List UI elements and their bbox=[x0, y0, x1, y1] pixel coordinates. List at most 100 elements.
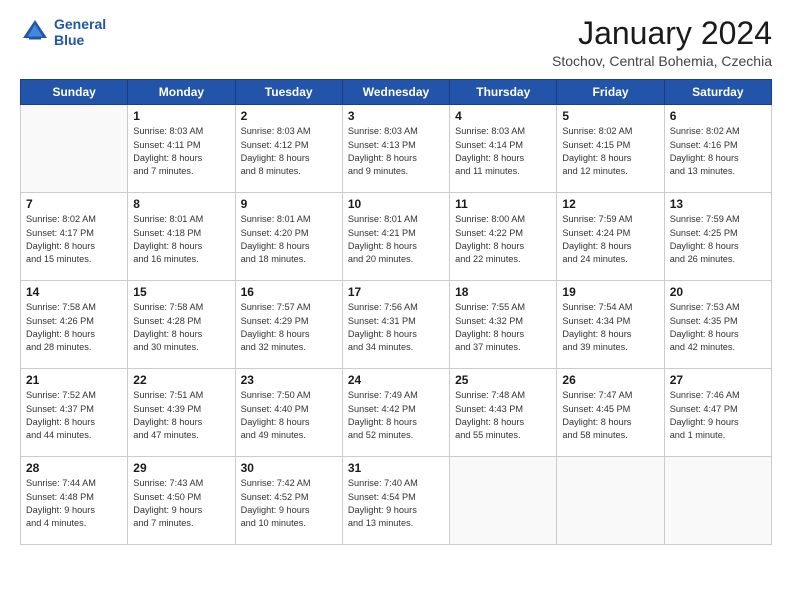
day-number: 20 bbox=[670, 285, 766, 299]
calendar-cell: 20Sunrise: 7:53 AMSunset: 4:35 PMDayligh… bbox=[664, 281, 771, 369]
calendar-header-row: Sunday Monday Tuesday Wednesday Thursday… bbox=[21, 80, 772, 105]
logo-text: General Blue bbox=[54, 16, 106, 48]
calendar-cell: 2 Sunrise: 8:03 AMSunset: 4:12 PMDaylight… bbox=[235, 105, 342, 193]
calendar-cell: 22 Sunrise: 7:51 AMSunset: 4:39 PMDayligh… bbox=[128, 369, 235, 457]
calendar: Sunday Monday Tuesday Wednesday Thursday… bbox=[20, 79, 772, 545]
calendar-cell: 23 Sunrise: 7:50 AMSunset: 4:40 PMDayligh… bbox=[235, 369, 342, 457]
day-info: Sunrise: 7:56 AMSunset: 4:31 PMDaylight:… bbox=[348, 301, 444, 354]
calendar-cell: 13Sunrise: 7:59 AMSunset: 4:25 PMDayligh… bbox=[664, 193, 771, 281]
day-info: Sunrise: 7:58 AMSunset: 4:28 PMDaylight:… bbox=[133, 301, 229, 354]
page: General Blue January 2024 Stochov, Centr… bbox=[0, 0, 792, 612]
day-number: 27 bbox=[670, 373, 766, 387]
day-info: Sunrise: 8:03 AMSunset: 4:13 PMDaylight:… bbox=[348, 125, 444, 178]
calendar-cell: 5 Sunrise: 8:02 AMSunset: 4:15 PMDaylight… bbox=[557, 105, 664, 193]
calendar-cell: 15 Sunrise: 7:58 AMSunset: 4:28 PMDayligh… bbox=[128, 281, 235, 369]
day-number: 21 bbox=[26, 373, 122, 387]
day-info: Sunrise: 8:00 AMSunset: 4:22 PMDaylight:… bbox=[455, 213, 551, 266]
day-info: Sunrise: 7:55 AMSunset: 4:32 PMDaylight:… bbox=[455, 301, 551, 354]
day-info: Sunrise: 7:43 AMSunset: 4:50 PMDaylight:… bbox=[133, 477, 229, 530]
day-number: 22 bbox=[133, 373, 229, 387]
calendar-cell: 28Sunrise: 7:44 AMSunset: 4:48 PMDayligh… bbox=[21, 457, 128, 545]
day-info: Sunrise: 7:57 AMSunset: 4:29 PMDaylight:… bbox=[241, 301, 337, 354]
header-tuesday: Tuesday bbox=[235, 80, 342, 105]
day-number: 16 bbox=[241, 285, 337, 299]
day-info: Sunrise: 8:01 AMSunset: 4:20 PMDaylight:… bbox=[241, 213, 337, 266]
day-info: Sunrise: 7:47 AMSunset: 4:45 PMDaylight:… bbox=[562, 389, 658, 442]
subtitle: Stochov, Central Bohemia, Czechia bbox=[552, 53, 772, 69]
day-info: Sunrise: 7:50 AMSunset: 4:40 PMDaylight:… bbox=[241, 389, 337, 442]
day-number: 11 bbox=[455, 197, 551, 211]
day-number: 5 bbox=[562, 109, 658, 123]
calendar-cell: 29 Sunrise: 7:43 AMSunset: 4:50 PMDayligh… bbox=[128, 457, 235, 545]
header-monday: Monday bbox=[128, 80, 235, 105]
day-info: Sunrise: 8:03 AMSunset: 4:12 PMDaylight:… bbox=[241, 125, 337, 178]
calendar-cell: 16 Sunrise: 7:57 AMSunset: 4:29 PMDayligh… bbox=[235, 281, 342, 369]
calendar-week-4: 21 Sunrise: 7:52 AMSunset: 4:37 PMDayligh… bbox=[21, 369, 772, 457]
day-number: 8 bbox=[133, 197, 229, 211]
calendar-week-2: 7 Sunrise: 8:02 AMSunset: 4:17 PMDaylight… bbox=[21, 193, 772, 281]
day-number: 30 bbox=[241, 461, 337, 475]
calendar-cell: 11 Sunrise: 8:00 AMSunset: 4:22 PMDayligh… bbox=[450, 193, 557, 281]
day-info: Sunrise: 7:49 AMSunset: 4:42 PMDaylight:… bbox=[348, 389, 444, 442]
day-info: Sunrise: 7:58 AMSunset: 4:26 PMDaylight:… bbox=[26, 301, 122, 354]
day-number: 17 bbox=[348, 285, 444, 299]
calendar-cell: 1 Sunrise: 8:03 AMSunset: 4:11 PMDaylight… bbox=[128, 105, 235, 193]
calendar-cell: 21 Sunrise: 7:52 AMSunset: 4:37 PMDayligh… bbox=[21, 369, 128, 457]
day-number: 28 bbox=[26, 461, 122, 475]
calendar-cell: 6 Sunrise: 8:02 AMSunset: 4:16 PMDaylight… bbox=[664, 105, 771, 193]
calendar-cell: 8 Sunrise: 8:01 AMSunset: 4:18 PMDaylight… bbox=[128, 193, 235, 281]
header-saturday: Saturday bbox=[664, 80, 771, 105]
day-number: 7 bbox=[26, 197, 122, 211]
calendar-cell: 26 Sunrise: 7:47 AMSunset: 4:45 PMDayligh… bbox=[557, 369, 664, 457]
day-info: Sunrise: 8:01 AMSunset: 4:18 PMDaylight:… bbox=[133, 213, 229, 266]
calendar-cell: 25Sunrise: 7:48 AMSunset: 4:43 PMDayligh… bbox=[450, 369, 557, 457]
logo: General Blue bbox=[20, 16, 106, 48]
day-number: 26 bbox=[562, 373, 658, 387]
calendar-cell: 9 Sunrise: 8:01 AMSunset: 4:20 PMDaylight… bbox=[235, 193, 342, 281]
day-number: 3 bbox=[348, 109, 444, 123]
calendar-cell bbox=[450, 457, 557, 545]
calendar-cell bbox=[557, 457, 664, 545]
day-info: Sunrise: 7:51 AMSunset: 4:39 PMDaylight:… bbox=[133, 389, 229, 442]
calendar-cell: 10 Sunrise: 8:01 AMSunset: 4:21 PMDayligh… bbox=[342, 193, 449, 281]
day-number: 1 bbox=[133, 109, 229, 123]
calendar-cell: 18 Sunrise: 7:55 AMSunset: 4:32 PMDayligh… bbox=[450, 281, 557, 369]
day-number: 9 bbox=[241, 197, 337, 211]
logo-icon bbox=[20, 17, 50, 47]
day-info: Sunrise: 7:52 AMSunset: 4:37 PMDaylight:… bbox=[26, 389, 122, 442]
calendar-cell: 17 Sunrise: 7:56 AMSunset: 4:31 PMDayligh… bbox=[342, 281, 449, 369]
header: General Blue January 2024 Stochov, Centr… bbox=[20, 16, 772, 69]
calendar-week-1: 1 Sunrise: 8:03 AMSunset: 4:11 PMDaylight… bbox=[21, 105, 772, 193]
calendar-cell: 3 Sunrise: 8:03 AMSunset: 4:13 PMDaylight… bbox=[342, 105, 449, 193]
calendar-cell: 14Sunrise: 7:58 AMSunset: 4:26 PMDayligh… bbox=[21, 281, 128, 369]
calendar-cell: 12Sunrise: 7:59 AMSunset: 4:24 PMDayligh… bbox=[557, 193, 664, 281]
day-number: 31 bbox=[348, 461, 444, 475]
day-number: 6 bbox=[670, 109, 766, 123]
day-number: 24 bbox=[348, 373, 444, 387]
day-number: 10 bbox=[348, 197, 444, 211]
day-number: 13 bbox=[670, 197, 766, 211]
calendar-cell bbox=[21, 105, 128, 193]
day-info: Sunrise: 8:01 AMSunset: 4:21 PMDaylight:… bbox=[348, 213, 444, 266]
day-info: Sunrise: 7:59 AMSunset: 4:24 PMDaylight:… bbox=[562, 213, 658, 266]
day-number: 29 bbox=[133, 461, 229, 475]
day-number: 2 bbox=[241, 109, 337, 123]
day-number: 18 bbox=[455, 285, 551, 299]
day-info: Sunrise: 8:03 AMSunset: 4:11 PMDaylight:… bbox=[133, 125, 229, 178]
day-number: 23 bbox=[241, 373, 337, 387]
header-friday: Friday bbox=[557, 80, 664, 105]
header-wednesday: Wednesday bbox=[342, 80, 449, 105]
day-info: Sunrise: 8:02 AMSunset: 4:16 PMDaylight:… bbox=[670, 125, 766, 178]
calendar-cell: 19Sunrise: 7:54 AMSunset: 4:34 PMDayligh… bbox=[557, 281, 664, 369]
day-number: 15 bbox=[133, 285, 229, 299]
calendar-week-5: 28Sunrise: 7:44 AMSunset: 4:48 PMDayligh… bbox=[21, 457, 772, 545]
day-info: Sunrise: 8:02 AMSunset: 4:17 PMDaylight:… bbox=[26, 213, 122, 266]
calendar-cell: 31Sunrise: 7:40 AMSunset: 4:54 PMDayligh… bbox=[342, 457, 449, 545]
day-number: 25 bbox=[455, 373, 551, 387]
day-info: Sunrise: 8:03 AMSunset: 4:14 PMDaylight:… bbox=[455, 125, 551, 178]
day-info: Sunrise: 7:54 AMSunset: 4:34 PMDaylight:… bbox=[562, 301, 658, 354]
day-info: Sunrise: 8:02 AMSunset: 4:15 PMDaylight:… bbox=[562, 125, 658, 178]
header-sunday: Sunday bbox=[21, 80, 128, 105]
calendar-cell: 27Sunrise: 7:46 AMSunset: 4:47 PMDayligh… bbox=[664, 369, 771, 457]
calendar-cell: 7 Sunrise: 8:02 AMSunset: 4:17 PMDaylight… bbox=[21, 193, 128, 281]
